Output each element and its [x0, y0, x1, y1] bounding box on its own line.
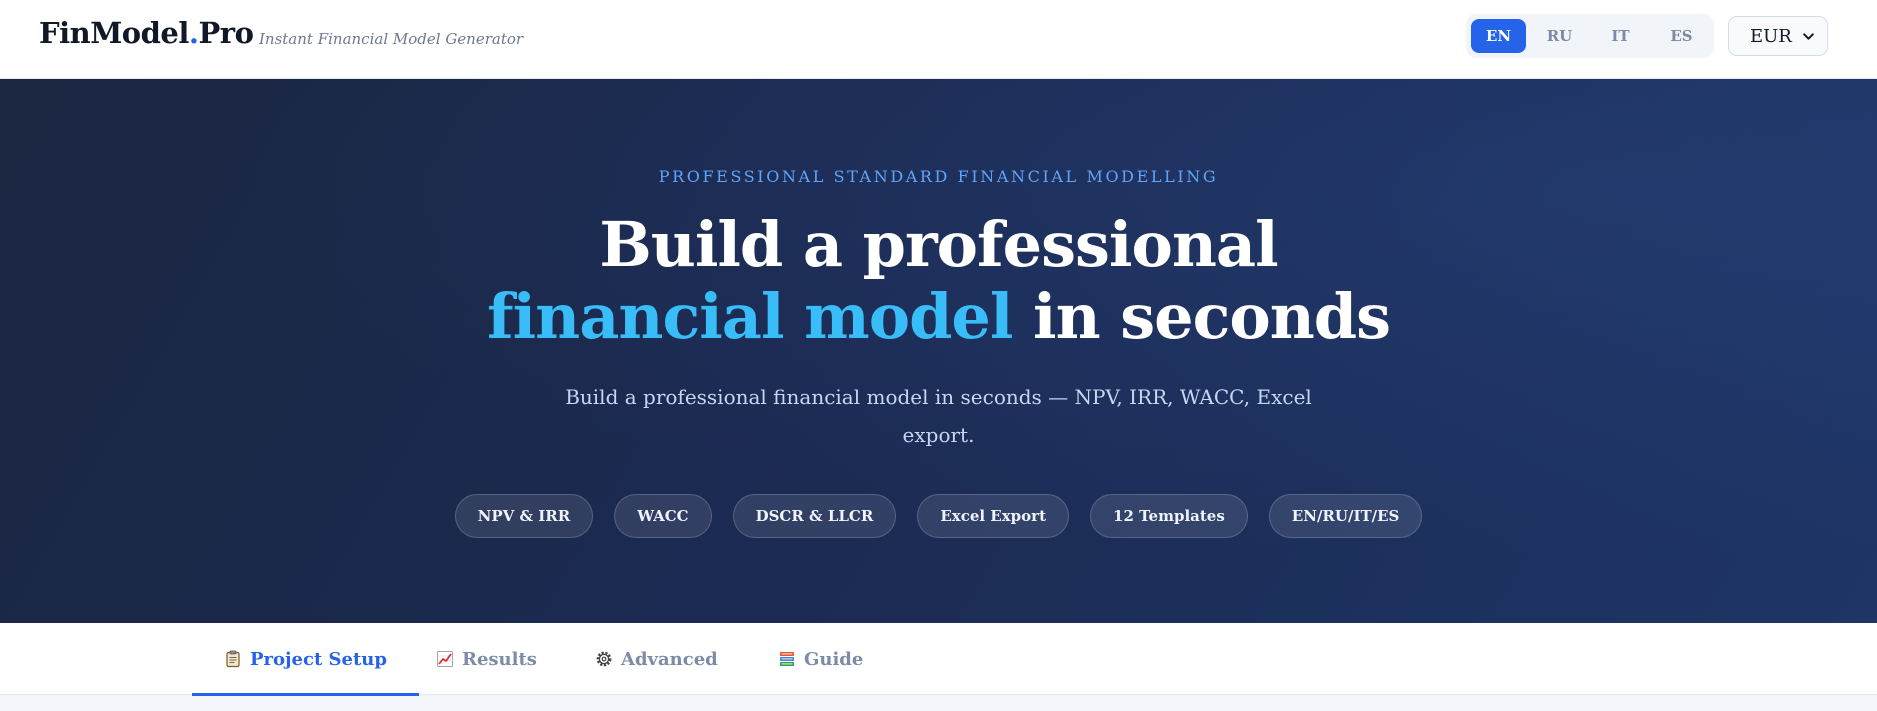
top-header: FinModel.Pro Instant Financial Model Gen… — [0, 0, 1877, 79]
tab-label: Results — [462, 648, 537, 670]
brand-dot: . — [188, 16, 199, 50]
tab-guide[interactable]: Guide — [778, 623, 863, 695]
chevron-down-icon — [1803, 33, 1814, 40]
lang-button-ru[interactable]: RU — [1532, 19, 1587, 53]
language-switcher: EN RU IT ES — [1466, 14, 1714, 58]
lang-button-it[interactable]: IT — [1593, 19, 1648, 53]
feature-chip: WACC — [614, 494, 712, 538]
clipboard-icon — [226, 650, 240, 668]
feature-chip: 12 Templates — [1090, 494, 1248, 538]
brand-name: FinModel — [39, 16, 189, 50]
feature-chip: Excel Export — [917, 494, 1070, 538]
brand-suffix: Pro — [198, 16, 254, 50]
headline-rest: in seconds — [1012, 280, 1391, 353]
feature-chips: NPV & IRR WACC DSCR & LLCR Excel Export … — [0, 494, 1877, 538]
hero-subtitle: Build a professional financial model in … — [565, 385, 1312, 447]
feature-chip: NPV & IRR — [454, 494, 594, 538]
tab-results[interactable]: Results — [436, 623, 537, 695]
feature-chip: DSCR & LLCR — [732, 494, 897, 538]
brand-logo[interactable]: FinModel.Pro — [39, 16, 254, 50]
hero-headline: Build a professional financial model in … — [0, 209, 1877, 353]
book-icon — [780, 652, 794, 666]
tab-label: Guide — [804, 648, 864, 670]
brand-tagline: Instant Financial Model Generator — [259, 30, 524, 48]
currency-value: EUR — [1750, 25, 1792, 47]
headline-line1: Build a professional — [599, 208, 1278, 281]
tab-advanced[interactable]: Advanced — [595, 623, 718, 695]
lang-button-en[interactable]: EN — [1471, 19, 1526, 53]
tab-label: Advanced — [621, 648, 718, 670]
headline-accent: financial model — [486, 280, 1013, 353]
tab-label: Project Setup — [250, 648, 387, 670]
hero-section: PROFESSIONAL STANDARD FINANCIAL MODELLIN… — [0, 79, 1877, 623]
tab-project-setup[interactable]: Project Setup — [192, 623, 419, 696]
chart-icon — [437, 651, 453, 667]
currency-select[interactable]: EUR — [1728, 16, 1828, 56]
feature-chip: EN/RU/IT/ES — [1268, 494, 1423, 538]
lang-button-es[interactable]: ES — [1654, 19, 1709, 53]
gear-icon — [596, 651, 612, 667]
content-area — [0, 696, 1877, 711]
main-tabs: Project Setup Results Advanced Guide — [0, 623, 1877, 696]
hero-eyebrow: PROFESSIONAL STANDARD FINANCIAL MODELLIN… — [658, 167, 1219, 186]
